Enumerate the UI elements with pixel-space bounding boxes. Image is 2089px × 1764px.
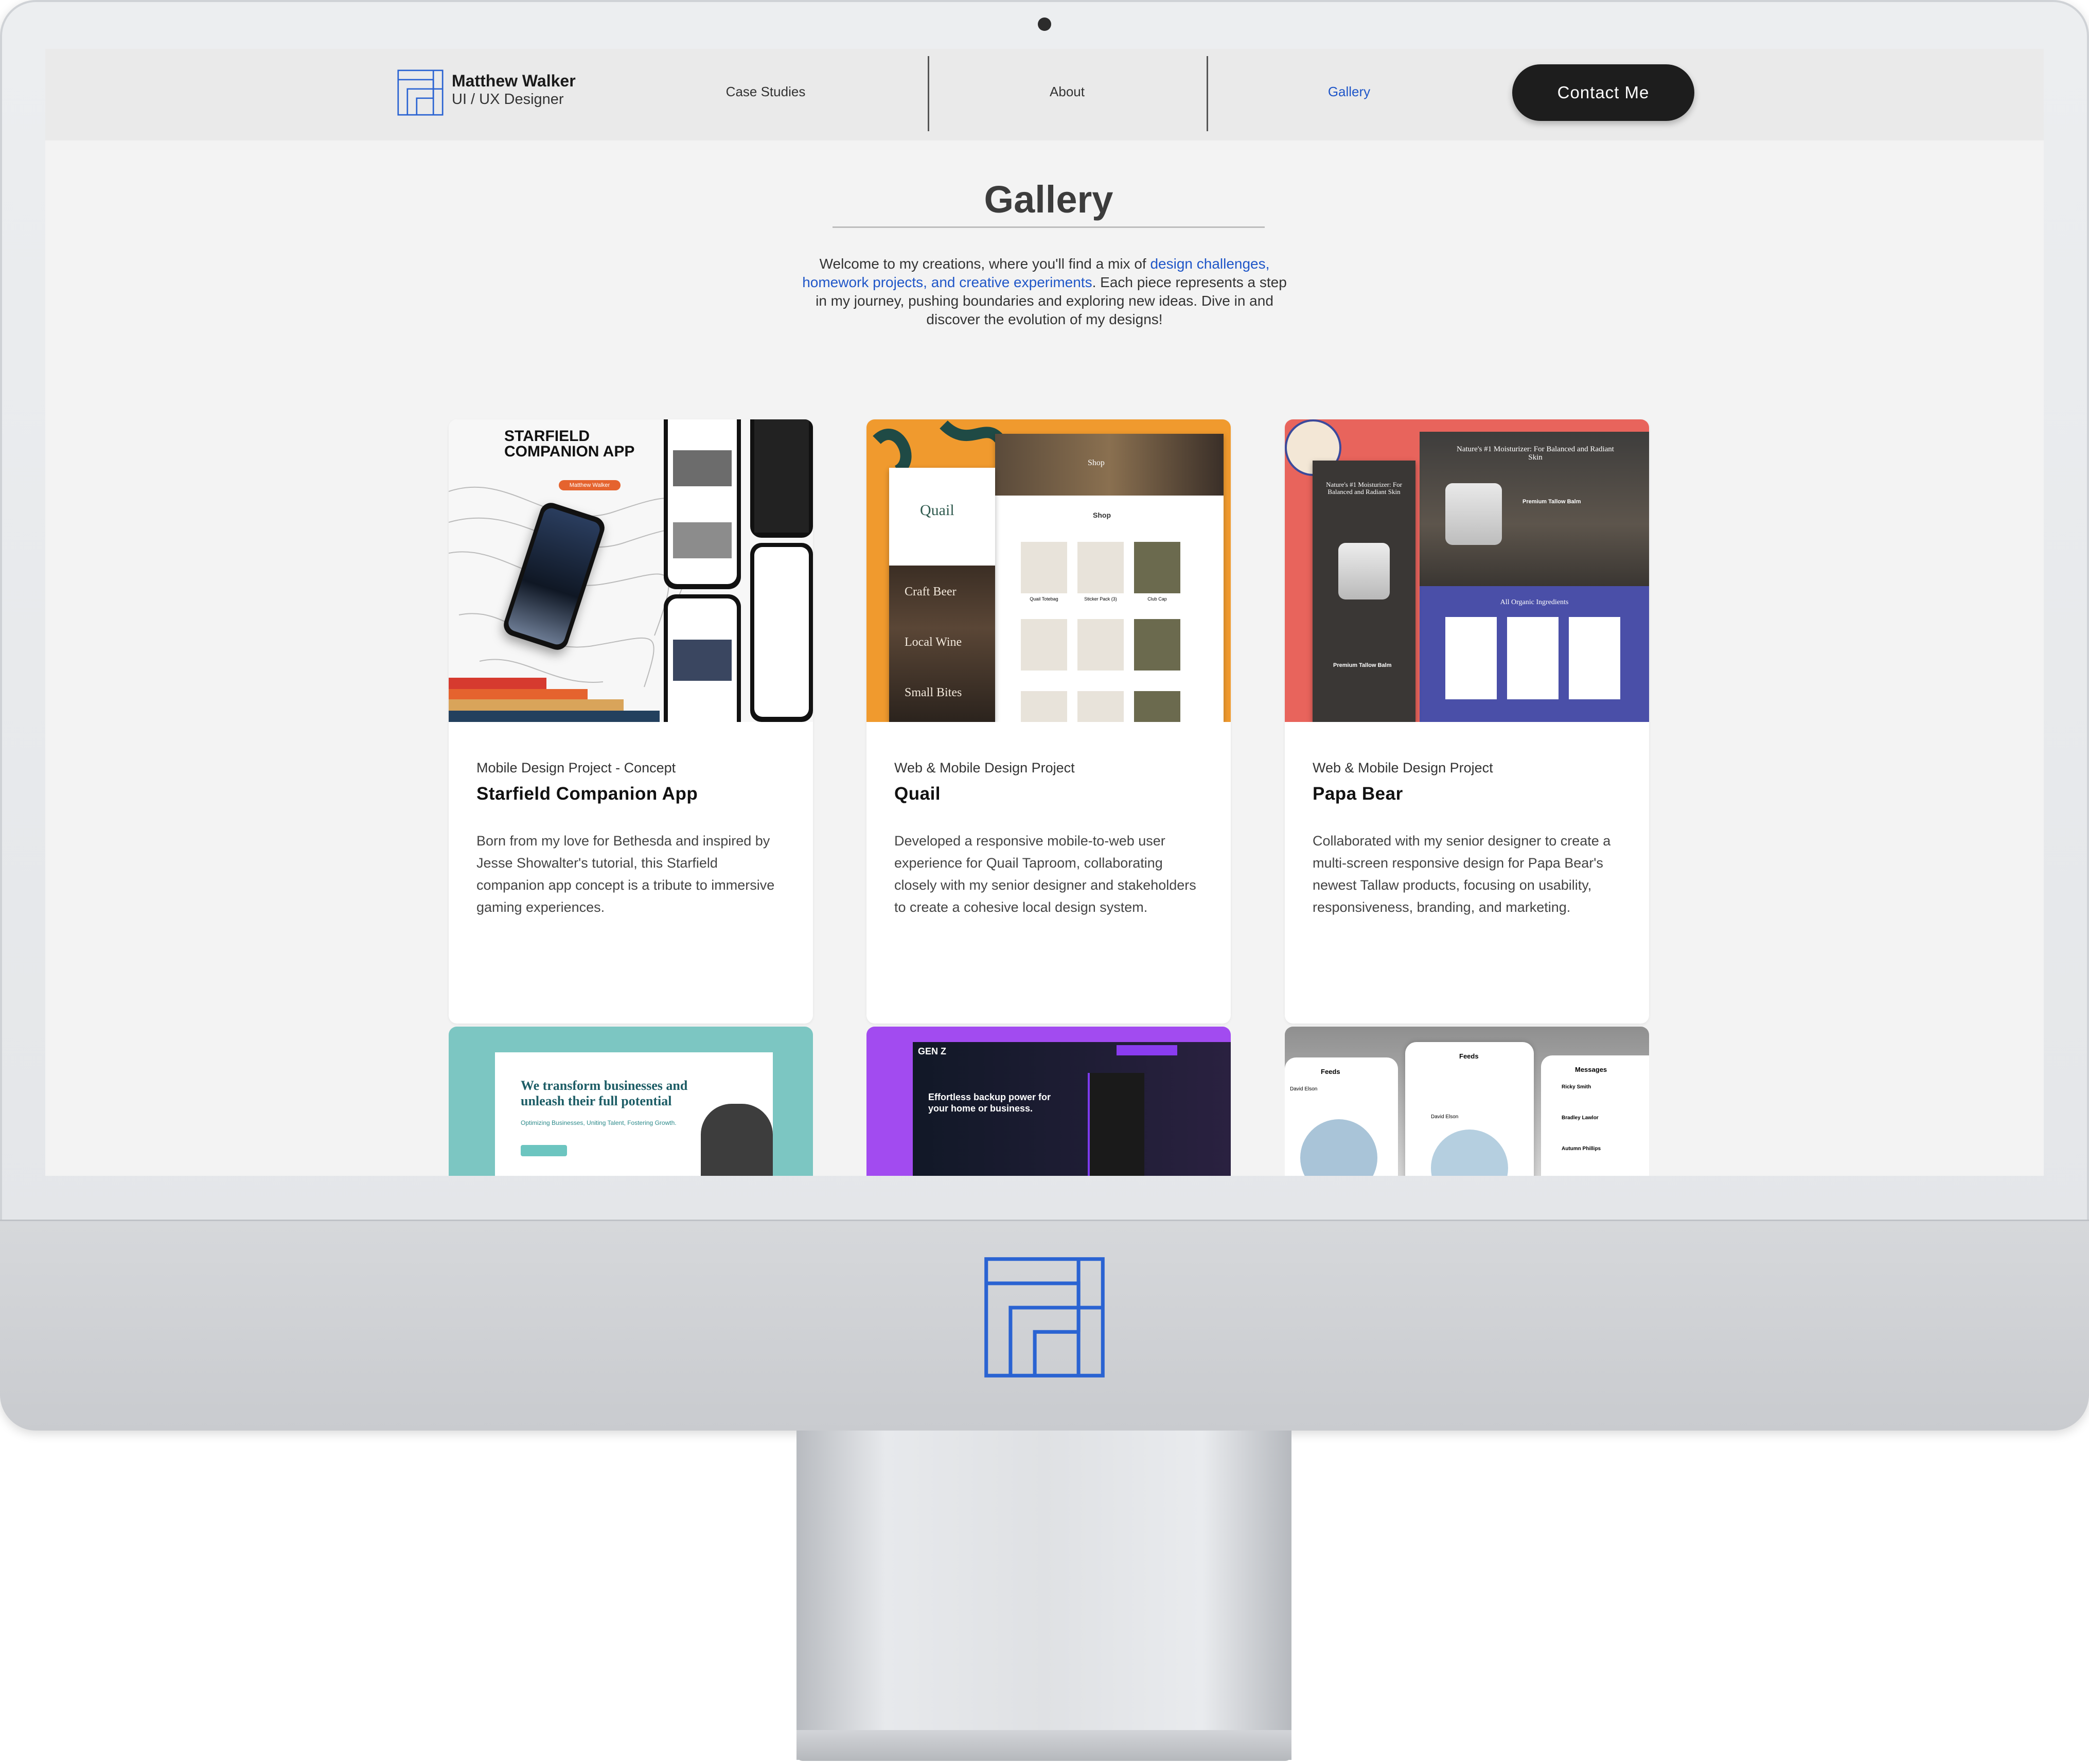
papa-product: Premium Tallow Balm bbox=[1523, 499, 1581, 505]
nav-divider bbox=[1207, 56, 1208, 131]
phone-screen-3 bbox=[750, 419, 813, 538]
quail-preview-image: Shop Shop Quail Totebag Sticker Pack (3)… bbox=[866, 419, 1231, 722]
intro-text: Welcome to my creations, where you'll fi… bbox=[802, 256, 1287, 327]
business-headline: We transform businesses and unleash thei… bbox=[521, 1078, 688, 1108]
stripe-navy bbox=[449, 711, 660, 722]
quail-word: Small Bites bbox=[905, 686, 962, 699]
papa-bear-preview-image: Nature's #1 Moisturizer: For Balanced an… bbox=[1285, 419, 1649, 722]
quail-brand: Quail bbox=[920, 502, 954, 519]
nav-about[interactable]: About bbox=[990, 84, 1144, 100]
card-title[interactable]: Quail bbox=[894, 784, 941, 804]
nav-gallery[interactable]: Gallery bbox=[1272, 84, 1426, 100]
starfield-preview-image: STARFIELD COMPANION APP Matthew Walker bbox=[449, 419, 813, 722]
website-screen: Matthew Walker UI / UX Designer Case Stu… bbox=[45, 49, 2044, 1176]
quail-mobile-mock: Quail Craft Beer Local Wine Small Bites bbox=[889, 468, 995, 722]
stripe-red bbox=[449, 678, 546, 689]
project-thumb-business[interactable]: We transform businesses and unleash thei… bbox=[449, 1027, 813, 1176]
quail-desktop-mock: Shop Shop Quail Totebag Sticker Pack (3)… bbox=[995, 434, 1224, 722]
papa-mobile-heading: Nature's #1 Moisturizer: For Balanced an… bbox=[1326, 481, 1402, 496]
card-description: Born from my love for Bethesda and inspi… bbox=[476, 833, 775, 915]
quail-shop-heading: Shop bbox=[1088, 458, 1105, 467]
page-title: Gallery bbox=[984, 178, 1113, 221]
papa-section: All Organic Ingredients bbox=[1500, 598, 1569, 606]
stripe-gold bbox=[449, 699, 624, 711]
quail-word: Craft Beer bbox=[905, 585, 957, 598]
project-thumb-genz[interactable]: GEN Z Effortless backup power for your h… bbox=[866, 1027, 1231, 1176]
project-card-quail[interactable]: Shop Shop Quail Totebag Sticker Pack (3)… bbox=[866, 419, 1231, 1024]
genz-brand: GEN Z bbox=[918, 1046, 947, 1056]
project-card-papa-bear[interactable]: Nature's #1 Moisturizer: For Balanced an… bbox=[1285, 419, 1649, 1024]
papa-heading: Nature's #1 Moisturizer: For Balanced an… bbox=[1457, 445, 1614, 462]
nav-case-studies[interactable]: Case Studies bbox=[688, 84, 843, 100]
papa-desktop-mock: Nature's #1 Moisturizer: For Balanced an… bbox=[1420, 432, 1649, 722]
project-card-starfield[interactable]: STARFIELD COMPANION APP Matthew Walker M… bbox=[449, 419, 813, 1024]
phone-screen-2 bbox=[664, 594, 741, 722]
card-title[interactable]: Papa Bear bbox=[1313, 784, 1403, 804]
quail-item: Sticker Pack (3) bbox=[1084, 596, 1117, 602]
business-site-mock: We transform businesses and unleash thei… bbox=[495, 1052, 773, 1176]
brand-role: UI / UX Designer bbox=[452, 91, 564, 108]
social-screen-messages: Messages Ricky Smith Bradley Lawlor Autu… bbox=[1541, 1055, 1649, 1176]
card-category: Web & Mobile Design Project bbox=[894, 760, 1075, 775]
phone-screen-1 bbox=[664, 419, 741, 589]
screen-title: Feeds bbox=[1321, 1068, 1340, 1075]
card-description: Developed a responsive mobile-to-web use… bbox=[894, 833, 1196, 915]
screen-title: Feeds bbox=[1459, 1052, 1479, 1060]
quail-shop-label: Shop bbox=[1093, 511, 1111, 519]
quail-item: Quail Totebag bbox=[1030, 596, 1058, 602]
contact-me-button[interactable]: Contact Me bbox=[1512, 64, 1694, 121]
user-name: Ricky Smith bbox=[1562, 1084, 1591, 1090]
starfield-image-title: STARFIELD COMPANION APP bbox=[504, 428, 635, 460]
social-screen-feeds-1: Feeds David Elson bbox=[1285, 1057, 1398, 1176]
papa-mobile-product: Premium Tallow Balm bbox=[1333, 662, 1392, 668]
stand-foot bbox=[796, 1730, 1291, 1761]
nav-divider bbox=[928, 56, 929, 131]
card-category: Mobile Design Project - Concept bbox=[476, 760, 676, 775]
stripe-orange bbox=[449, 689, 588, 699]
quail-word: Local Wine bbox=[905, 636, 962, 649]
user-name: David Elson bbox=[1290, 1086, 1318, 1092]
card-description: Collaborated with my senior designer to … bbox=[1313, 833, 1611, 915]
user-name: Bradley Lawlor bbox=[1562, 1115, 1599, 1121]
starfield-image-badge: Matthew Walker bbox=[559, 480, 621, 490]
title-divider bbox=[833, 226, 1265, 228]
social-screen-feeds-2: Feeds David Elson bbox=[1405, 1042, 1534, 1176]
brand-logo-mark bbox=[984, 1257, 1105, 1378]
site-logo-icon[interactable] bbox=[397, 69, 444, 116]
user-name: David Elson bbox=[1431, 1114, 1459, 1120]
quail-item: Club Cap bbox=[1147, 596, 1167, 602]
portrait-illustration bbox=[701, 1104, 773, 1176]
card-title[interactable]: Starfield Companion App bbox=[476, 784, 698, 804]
genz-site-mock: GEN Z Effortless backup power for your h… bbox=[913, 1042, 1231, 1176]
site-header: Matthew Walker UI / UX Designer Case Stu… bbox=[45, 49, 2044, 140]
brand-name[interactable]: Matthew Walker bbox=[452, 72, 576, 91]
monitor-stand bbox=[796, 1431, 1291, 1760]
card-category: Web & Mobile Design Project bbox=[1313, 760, 1493, 775]
genz-headline: Effortless backup power for your home or… bbox=[928, 1092, 1051, 1114]
webcam bbox=[1038, 17, 1051, 31]
project-thumb-social[interactable]: Feeds David Elson Feeds David Elson Mess… bbox=[1285, 1027, 1649, 1176]
business-cta bbox=[521, 1145, 567, 1156]
business-tagline: Optimizing Businesses, Uniting Talent, F… bbox=[521, 1119, 677, 1126]
screen-title: Messages bbox=[1575, 1066, 1607, 1073]
phone-screen-4 bbox=[750, 543, 813, 722]
user-name: Autumn Phillips bbox=[1562, 1146, 1601, 1152]
papa-mobile-mock: Nature's #1 Moisturizer: For Balanced an… bbox=[1313, 461, 1415, 722]
